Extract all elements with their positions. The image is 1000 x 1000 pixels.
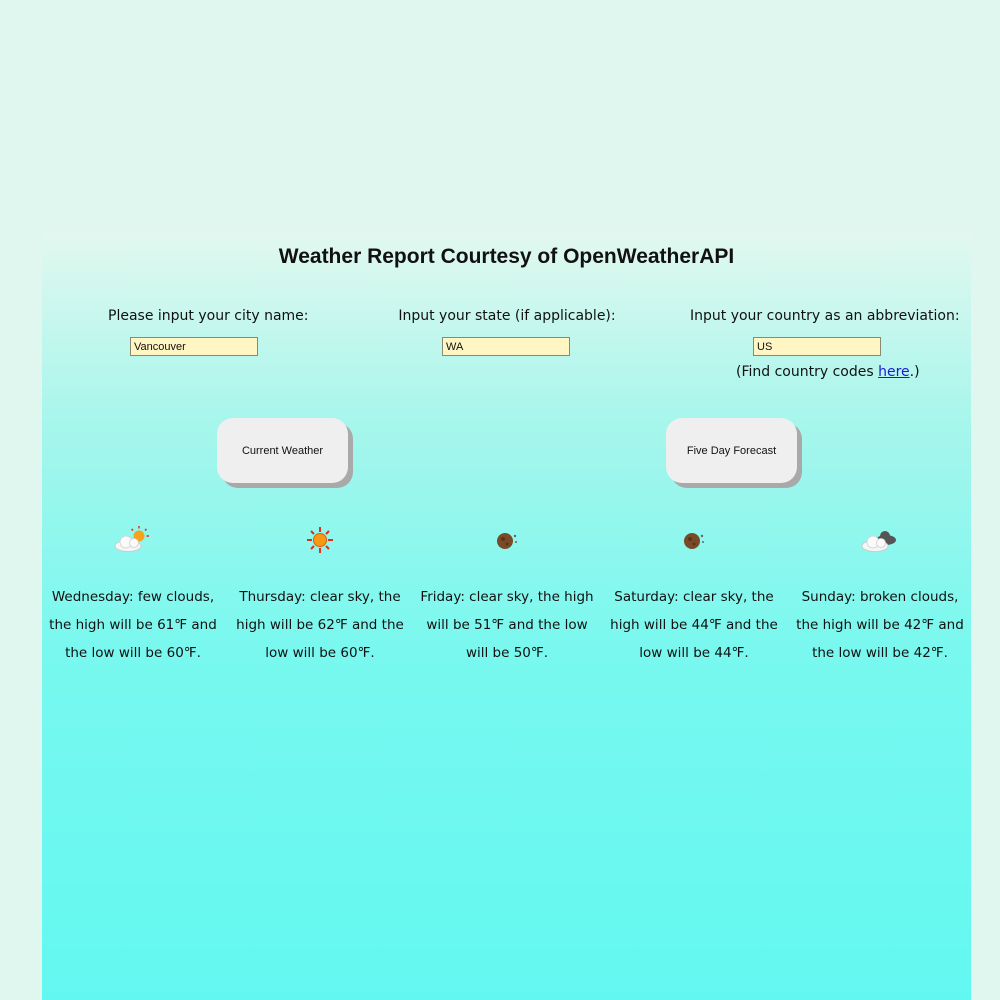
country-input[interactable] [753,337,881,356]
five-day-forecast-button[interactable]: Five Day Forecast [666,418,797,483]
forecast-day: Friday: clear sky, the high will be 51℉ … [417,520,597,667]
forecast-text: Friday: clear sky, the high will be 51℉ … [420,589,594,661]
country-codes-link[interactable]: here [878,364,910,380]
city-input[interactable] [130,337,258,356]
forecast-text: Thursday: clear sky, the high will be 62… [236,589,404,661]
forecast-text: Saturday: clear sky, the high will be 44… [610,589,778,661]
forecast-day: Thursday: clear sky, the high will be 62… [230,520,410,667]
clear-sky-night-icon [604,520,784,560]
forecast-day: Wednesday: few clouds, the high will be … [43,520,223,667]
clear-sky-night-icon [417,520,597,560]
country-help-suffix: .) [909,364,920,380]
forecast-text: Sunday: broken clouds, the high will be … [796,589,964,661]
page-title: Weather Report Courtesy of OpenWeatherAP… [278,245,735,268]
forecast-day: Saturday: clear sky, the high will be 44… [604,520,784,667]
country-codes-help: (Find country codes here.) [736,364,920,380]
few-clouds-icon [43,520,223,560]
city-label: Please input your city name: [108,308,309,324]
forecast-day: Sunday: broken clouds, the high will be … [790,520,970,667]
country-label: Input your country as an abbreviation: [690,308,960,324]
broken-clouds-icon [790,520,970,560]
country-help-prefix: (Find country codes [736,364,879,380]
state-input[interactable] [442,337,570,356]
clear-sky-day-icon [230,520,410,560]
current-weather-button[interactable]: Current Weather [217,418,348,483]
weather-page: Weather Report Courtesy of OpenWeatherAP… [42,232,971,1000]
forecast-text: Wednesday: few clouds, the high will be … [49,589,217,661]
state-label: Input your state (if applicable): [398,308,616,324]
